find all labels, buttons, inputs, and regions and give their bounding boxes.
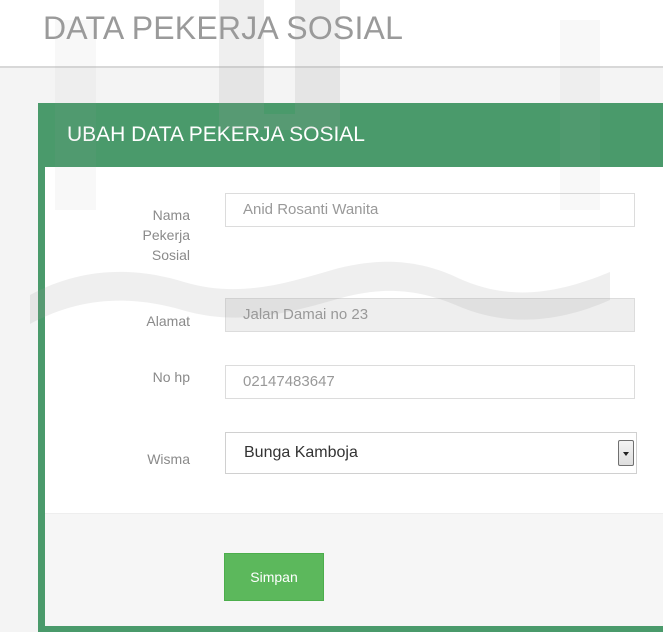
wisma-select[interactable]: Bunga Kamboja (225, 432, 637, 474)
panel-heading: UBAH DATA PEKERJA SOSIAL (38, 103, 663, 167)
panel-footer (45, 513, 663, 626)
nohp-value: 02147483647 (243, 373, 335, 390)
wisma-label: Wisma (50, 449, 190, 469)
page-title: DATA PEKERJA SOSIAL (43, 10, 404, 46)
wisma-selected-value: Bunga Kamboja (244, 444, 358, 461)
simpan-button-label: Simpan (250, 569, 298, 585)
page-header: DATA PEKERJA SOSIAL (0, 0, 663, 66)
nama-label: Nama Pekerja Sosial (50, 205, 190, 265)
chevron-down-icon[interactable] (618, 440, 634, 466)
alamat-value: Jalan Damai no 23 (243, 306, 369, 323)
nama-field[interactable]: Anid Rosanti Wanita (225, 193, 635, 227)
simpan-button[interactable]: Simpan (224, 553, 324, 601)
panel-title: UBAH DATA PEKERJA SOSIAL (67, 123, 365, 146)
nohp-label: No hp (50, 367, 190, 387)
nama-label-text: Nama Pekerja Sosial (142, 207, 190, 263)
nohp-label-text: No hp (152, 369, 190, 385)
page: DATA PEKERJA SOSIAL UBAH DATA PEKERJA SO… (0, 0, 663, 632)
alamat-field[interactable]: Jalan Damai no 23 (225, 298, 635, 332)
nohp-field[interactable]: 02147483647 (225, 365, 635, 399)
alamat-label: Alamat (50, 311, 190, 331)
nama-value: Anid Rosanti Wanita (243, 201, 379, 218)
alamat-label-text: Alamat (146, 313, 190, 329)
wisma-label-text: Wisma (147, 451, 190, 467)
